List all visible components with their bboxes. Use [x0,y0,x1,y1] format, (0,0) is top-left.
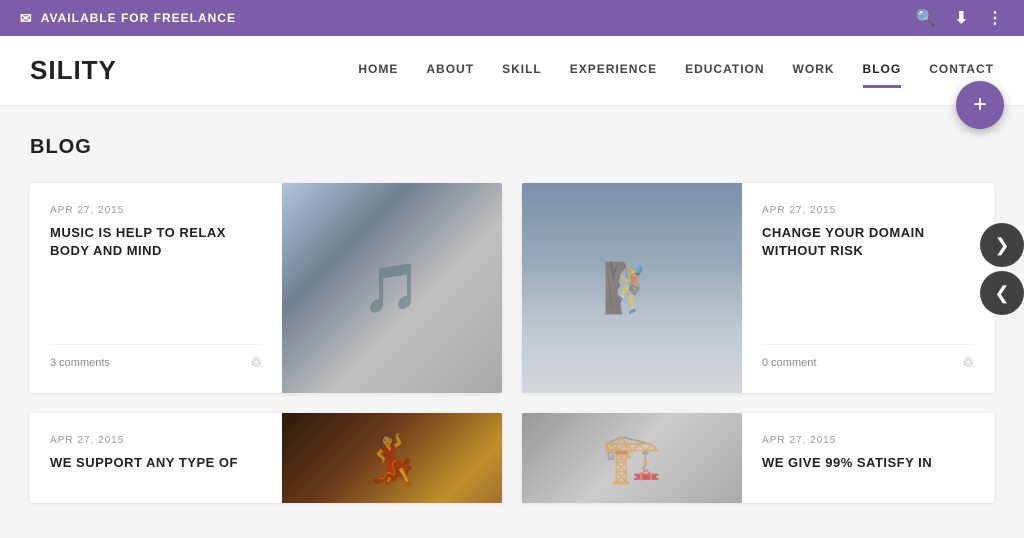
nav-contact[interactable]: CONTACT [929,62,994,80]
blog-card-2[interactable]: APR 27, 2015 CHANGE YOUR DOMAIN WITHOUT … [522,183,994,393]
blog-card-2-date: APR 27, 2015 [762,205,974,216]
page-title: BLOG [30,136,994,159]
blog-card-1-meta: 3 comments ♲ [50,344,262,371]
search-icon[interactable]: 🔍 [916,8,937,28]
hair-image [282,413,502,503]
nav-work[interactable]: WORK [793,62,835,80]
blog-card-1-title: MUSIC IS HELP TO RELAX BODY AND MIND [50,224,262,260]
more-icon[interactable]: ⋮ [987,8,1004,28]
blog-card-2-meta: 0 comment ♲ [762,344,974,371]
blog-card-1-image [282,183,502,393]
blog-card-1-date: APR 27, 2015 [50,205,262,216]
concrete-image [522,413,742,503]
blog-card-1-comments: 3 comments [50,357,110,369]
blog-card-4-title: WE GIVE 99% SATISFY IN [762,454,974,472]
nav-experience[interactable]: EXPERIENCE [570,62,657,80]
blog-grid: APR 27, 2015 MUSIC IS HELP TO RELAX BODY… [30,183,994,503]
blog-card-4[interactable]: APR 27, 2015 WE GIVE 99% SATISFY IN [522,413,994,503]
nav-blog[interactable]: BLOG [863,62,902,80]
blog-card-3-date: APR 27, 2015 [50,435,262,446]
blog-card-4-image [522,413,742,503]
nav-about[interactable]: ABOUT [426,62,474,80]
envelope-icon: ✉ [20,10,33,27]
nav-arrows: ❯ ❮ [980,223,1024,315]
main-content: BLOG APR 27, 2015 MUSIC IS HELP TO RELAX… [0,106,1024,523]
blog-card-4-text: APR 27, 2015 WE GIVE 99% SATISFY IN [742,413,994,503]
blog-card-3-image [282,413,502,503]
share-icon-2[interactable]: ♲ [962,355,974,371]
available-label: AVAILABLE FOR FREELANCE [41,11,236,25]
nav-home[interactable]: HOME [358,62,398,80]
top-bar-left: ✉ AVAILABLE FOR FREELANCE [20,10,236,27]
header: SILITY HOME ABOUT SKILL EXPERIENCE EDUCA… [0,36,1024,106]
blog-card-3[interactable]: APR 27, 2015 WE SUPPORT ANY TYPE OF [30,413,502,503]
nav-skill[interactable]: SKILL [502,62,542,80]
blog-card-4-date: APR 27, 2015 [762,435,974,446]
blog-card-3-title: WE SUPPORT ANY TYPE OF [50,454,262,472]
blog-card-3-text: APR 27, 2015 WE SUPPORT ANY TYPE OF [30,413,282,503]
blog-card-2-comments: 0 comment [762,357,816,369]
top-bar-right: 🔍 ⬇ ⋮ [916,8,1004,28]
logo[interactable]: SILITY [30,55,117,86]
blog-card-1-text: APR 27, 2015 MUSIC IS HELP TO RELAX BODY… [30,183,282,393]
download-icon[interactable]: ⬇ [955,8,969,28]
blog-card-2-title: CHANGE YOUR DOMAIN WITHOUT RISK [762,224,974,260]
next-arrow-button[interactable]: ❯ [980,223,1024,267]
blog-card-1[interactable]: APR 27, 2015 MUSIC IS HELP TO RELAX BODY… [30,183,502,393]
dancer-image [282,183,502,393]
blog-card-2-text: APR 27, 2015 CHANGE YOUR DOMAIN WITHOUT … [742,183,994,393]
main-nav: HOME ABOUT SKILL EXPERIENCE EDUCATION WO… [358,62,994,80]
nav-education[interactable]: EDUCATION [685,62,764,80]
blog-card-2-image [522,183,742,393]
prev-arrow-button[interactable]: ❮ [980,271,1024,315]
climber-image [522,183,742,393]
top-bar: ✉ AVAILABLE FOR FREELANCE 🔍 ⬇ ⋮ [0,0,1024,36]
fab-button[interactable]: + [956,81,1004,129]
share-icon-1[interactable]: ♲ [250,355,262,371]
